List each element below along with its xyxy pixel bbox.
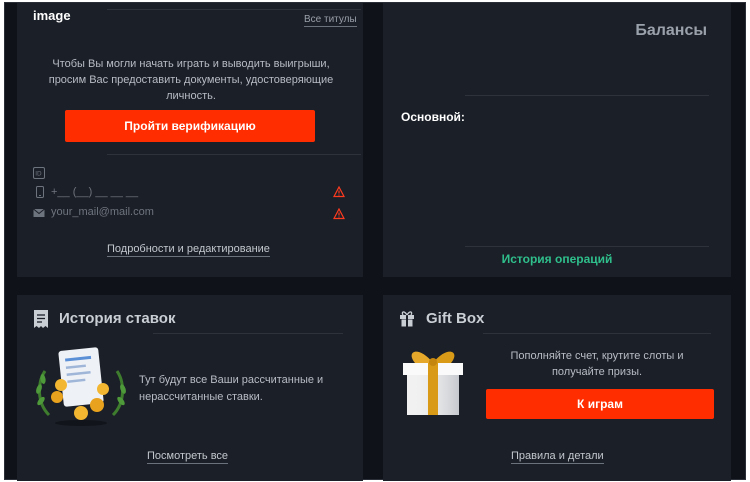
rules-details-link[interactable]: Правила и детали <box>511 450 604 464</box>
verification-message: Чтобы Вы могли начать играть и выводить … <box>48 58 334 102</box>
phone-icon <box>36 186 44 198</box>
bet-slip-illustration <box>36 347 126 426</box>
bet-history-message: Тут будут все Ваши рассчитанные и нерасс… <box>139 374 324 403</box>
giftbox-message: Пополняйте счет, крутите слоты и получай… <box>510 350 684 378</box>
bet-history-title: История ставок <box>59 310 176 327</box>
history-divider <box>465 246 709 247</box>
to-games-button[interactable]: К играм <box>486 389 714 419</box>
view-all-link[interactable]: Посмотреть все <box>147 450 229 464</box>
bet-history-divider <box>153 333 343 334</box>
details-edit-link[interactable]: Подробности и редактирование <box>107 243 270 257</box>
balances-title: Балансы <box>635 22 707 39</box>
page-frame: Все титулы Чтобы Вы могли начать играть … <box>4 2 746 481</box>
bet-history-card: История ставок Тут будут все Ваши рассчи… <box>17 295 363 481</box>
main-balance-label: Основной: <box>401 110 465 124</box>
giftbox-divider <box>483 333 711 334</box>
gift-box-illustration <box>403 351 463 415</box>
email-warning-icon <box>333 208 345 220</box>
all-titles-link[interactable]: Все титулы <box>304 14 357 27</box>
top-divider <box>107 9 361 10</box>
id-card-icon: ID <box>33 167 45 179</box>
giftbox-card: Gift Box Пополняйте счет, крутите слоты … <box>383 295 731 481</box>
svg-text:ID: ID <box>35 171 42 178</box>
balances-divider <box>465 95 709 96</box>
mail-icon <box>33 208 45 217</box>
receipt-icon <box>34 310 48 328</box>
verify-button[interactable]: Пройти верификацию <box>65 110 315 142</box>
giftbox-title: Gift Box <box>426 310 485 327</box>
image-label: image <box>33 8 71 23</box>
operations-history-link[interactable]: История операций <box>383 252 731 266</box>
gift-icon <box>400 311 414 327</box>
balances-card: Балансы Основной: История операций <box>383 3 731 277</box>
phone-field[interactable]: +__ (__) __ __ __ <box>51 186 138 198</box>
verification-card: Все титулы Чтобы Вы могли начать играть … <box>17 3 363 277</box>
verification-divider <box>107 154 361 155</box>
email-field[interactable]: your_mail@mail.com <box>51 206 154 218</box>
phone-warning-icon <box>333 186 345 198</box>
